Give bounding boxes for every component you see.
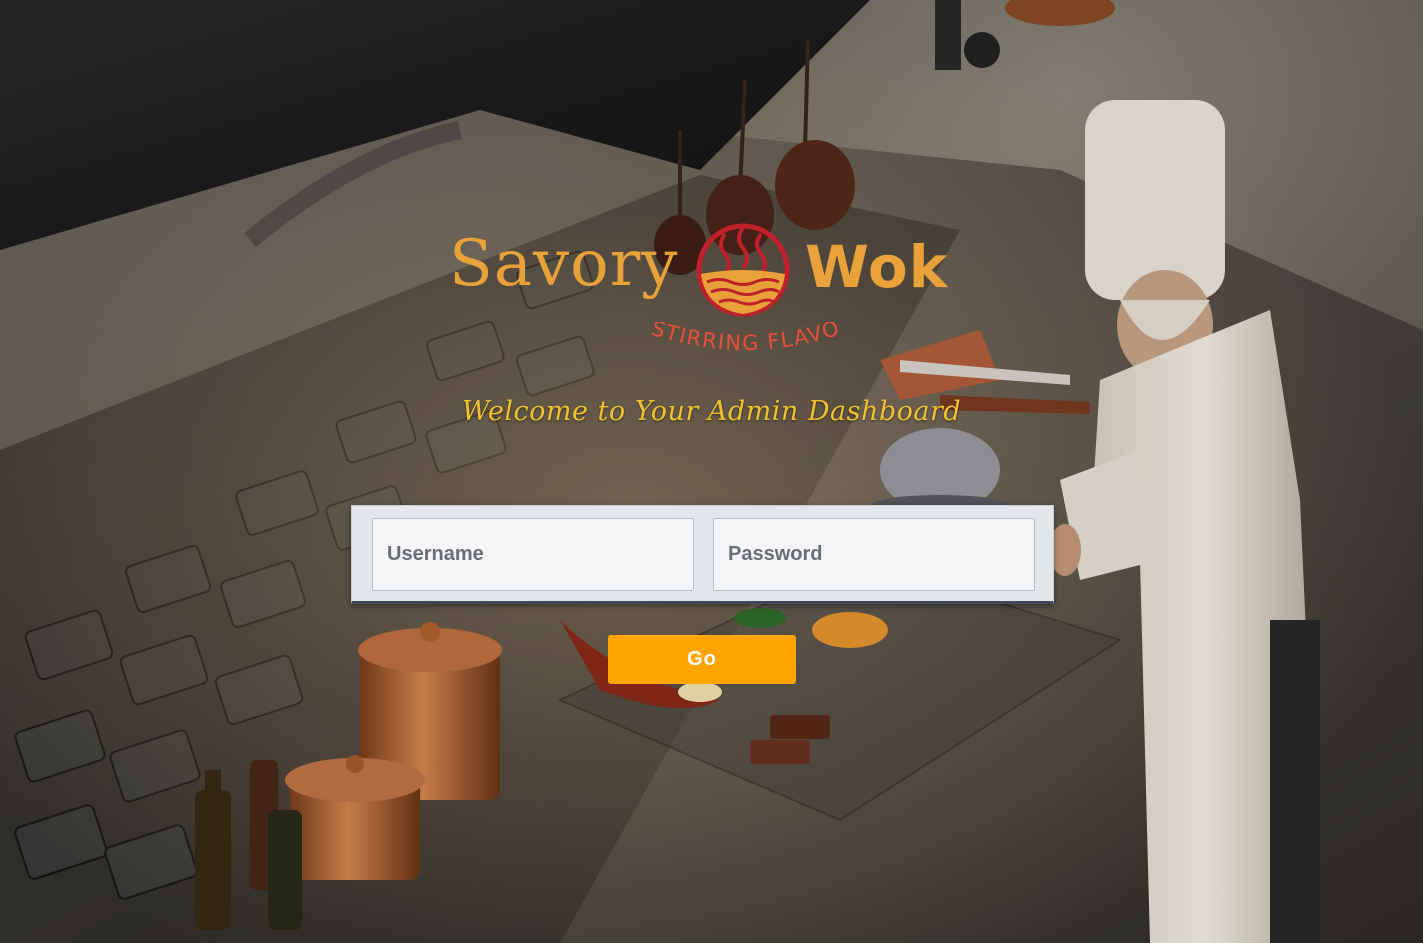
go-button[interactable]: Go bbox=[608, 635, 796, 684]
svg-text:STIRRING FLAVORS: STIRRING FLAVORS bbox=[445, 322, 843, 355]
savory-wok-logo: Savory Wok STIRRING FLAVORS bbox=[445, 222, 955, 372]
steaming-bowl-icon bbox=[696, 223, 790, 317]
logo-text-wok: Wok bbox=[805, 233, 949, 301]
logo-tagline: STIRRING FLAVORS bbox=[445, 322, 843, 355]
username-input[interactable] bbox=[372, 518, 694, 591]
login-form-panel bbox=[351, 505, 1054, 604]
login-page: Savory Wok STIRRING FLAVORS Welcome to Y… bbox=[0, 0, 1423, 943]
password-input[interactable] bbox=[713, 518, 1035, 591]
logo-text-savory: Savory bbox=[449, 227, 679, 301]
logo-tagline-text: STIRRING FLAVORS bbox=[445, 322, 842, 355]
background-kitchen-laptop-image bbox=[0, 0, 1423, 943]
welcome-heading: Welcome to Your Admin Dashboard bbox=[461, 396, 962, 427]
